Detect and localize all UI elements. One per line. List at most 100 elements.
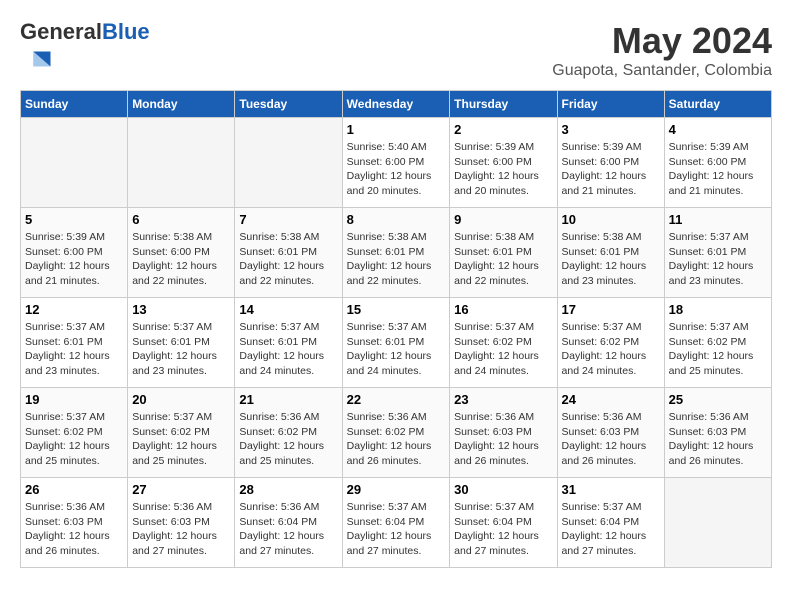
day-number: 3 [562, 122, 660, 137]
empty-cell [235, 118, 342, 208]
day-cell-28: 28 Sunrise: 5:36 AM Sunset: 6:04 PM Dayli… [235, 478, 342, 568]
day-info: Sunrise: 5:37 AM Sunset: 6:04 PM Dayligh… [454, 500, 552, 559]
day-number: 10 [562, 212, 660, 227]
day-cell-1: 1Sunrise: 5:40 AM Sunset: 6:00 PM Daylig… [342, 118, 450, 208]
day-info: Sunrise: 5:37 AM Sunset: 6:01 PM Dayligh… [347, 320, 446, 379]
day-info: Sunrise: 5:36 AM Sunset: 6:03 PM Dayligh… [132, 500, 230, 559]
day-cell-27: 27 Sunrise: 5:36 AM Sunset: 6:03 PM Dayli… [128, 478, 235, 568]
day-number: 15 [347, 302, 446, 317]
day-info: Sunrise: 5:37 AM Sunset: 6:01 PM Dayligh… [669, 230, 767, 289]
day-number: 28 [239, 482, 337, 497]
day-info: Sunrise: 5:39 AM Sunset: 6:00 PM Dayligh… [454, 140, 552, 199]
day-number: 5 [25, 212, 123, 227]
day-cell-4: 4 Sunrise: 5:39 AM Sunset: 6:00 PM Daylig… [664, 118, 771, 208]
week-row-2: 5 Sunrise: 5:39 AM Sunset: 6:00 PM Daylig… [21, 208, 772, 298]
day-header-wednesday: Wednesday [342, 91, 450, 118]
location-title: Guapota, Santander, Colombia [552, 62, 772, 80]
day-number: 4 [669, 122, 767, 137]
day-header-friday: Friday [557, 91, 664, 118]
day-info: Sunrise: 5:36 AM Sunset: 6:03 PM Dayligh… [25, 500, 123, 559]
day-info: Sunrise: 5:37 AM Sunset: 6:04 PM Dayligh… [347, 500, 446, 559]
logo: GeneralBlue [20, 20, 150, 79]
day-header-saturday: Saturday [664, 91, 771, 118]
logo-icon [22, 44, 52, 74]
empty-cell [664, 478, 771, 568]
day-info: Sunrise: 5:39 AM Sunset: 6:00 PM Dayligh… [669, 140, 767, 199]
day-number: 7 [239, 212, 337, 227]
day-number: 13 [132, 302, 230, 317]
day-cell-11: 11 Sunrise: 5:37 AM Sunset: 6:01 PM Dayli… [664, 208, 771, 298]
day-number: 20 [132, 392, 230, 407]
day-number: 11 [669, 212, 767, 227]
calendar: SundayMondayTuesdayWednesdayThursdayFrid… [20, 90, 772, 568]
day-cell-3: 3Sunrise: 5:39 AM Sunset: 6:00 PM Daylig… [557, 118, 664, 208]
day-number: 19 [25, 392, 123, 407]
empty-cell [21, 118, 128, 208]
week-row-3: 12 Sunrise: 5:37 AM Sunset: 6:01 PM Dayli… [21, 298, 772, 388]
day-cell-20: 20Sunrise: 5:37 AM Sunset: 6:02 PM Dayli… [128, 388, 235, 478]
day-cell-29: 29 Sunrise: 5:37 AM Sunset: 6:04 PM Dayli… [342, 478, 450, 568]
day-number: 24 [562, 392, 660, 407]
day-info: Sunrise: 5:38 AM Sunset: 6:01 PM Dayligh… [454, 230, 552, 289]
day-number: 17 [562, 302, 660, 317]
day-header-thursday: Thursday [450, 91, 557, 118]
day-info: Sunrise: 5:40 AM Sunset: 6:00 PM Dayligh… [347, 140, 446, 199]
logo-blue-text: Blue [102, 19, 150, 44]
day-number: 29 [347, 482, 446, 497]
day-info: Sunrise: 5:36 AM Sunset: 6:03 PM Dayligh… [454, 410, 552, 469]
day-info: Sunrise: 5:37 AM Sunset: 6:01 PM Dayligh… [239, 320, 337, 379]
day-number: 23 [454, 392, 552, 407]
day-info: Sunrise: 5:37 AM Sunset: 6:02 PM Dayligh… [454, 320, 552, 379]
day-number: 16 [454, 302, 552, 317]
day-header-monday: Monday [128, 91, 235, 118]
day-cell-8: 8 Sunrise: 5:38 AM Sunset: 6:01 PM Daylig… [342, 208, 450, 298]
week-row-4: 19 Sunrise: 5:37 AM Sunset: 6:02 PM Dayli… [21, 388, 772, 478]
month-title: May 2024 [552, 20, 772, 62]
day-info: Sunrise: 5:37 AM Sunset: 6:01 PM Dayligh… [25, 320, 123, 379]
empty-cell [128, 118, 235, 208]
day-info: Sunrise: 5:37 AM Sunset: 6:02 PM Dayligh… [25, 410, 123, 469]
day-info: Sunrise: 5:38 AM Sunset: 6:01 PM Dayligh… [347, 230, 446, 289]
day-cell-19: 19 Sunrise: 5:37 AM Sunset: 6:02 PM Dayli… [21, 388, 128, 478]
day-cell-14: 14 Sunrise: 5:37 AM Sunset: 6:01 PM Dayli… [235, 298, 342, 388]
day-cell-9: 9 Sunrise: 5:38 AM Sunset: 6:01 PM Daylig… [450, 208, 557, 298]
day-info: Sunrise: 5:36 AM Sunset: 6:04 PM Dayligh… [239, 500, 337, 559]
day-info: Sunrise: 5:39 AM Sunset: 6:00 PM Dayligh… [25, 230, 123, 289]
day-info: Sunrise: 5:36 AM Sunset: 6:02 PM Dayligh… [239, 410, 337, 469]
logo-general-text: General [20, 19, 102, 44]
day-cell-24: 24Sunrise: 5:36 AM Sunset: 6:03 PM Dayli… [557, 388, 664, 478]
day-cell-21: 21 Sunrise: 5:36 AM Sunset: 6:02 PM Dayli… [235, 388, 342, 478]
day-cell-6: 6Sunrise: 5:38 AM Sunset: 6:00 PM Daylig… [128, 208, 235, 298]
day-info: Sunrise: 5:37 AM Sunset: 6:02 PM Dayligh… [669, 320, 767, 379]
day-info: Sunrise: 5:37 AM Sunset: 6:04 PM Dayligh… [562, 500, 660, 559]
day-cell-10: 10 Sunrise: 5:38 AM Sunset: 6:01 PM Dayli… [557, 208, 664, 298]
day-cell-31: 31 Sunrise: 5:37 AM Sunset: 6:04 PM Dayli… [557, 478, 664, 568]
day-number: 2 [454, 122, 552, 137]
day-number: 25 [669, 392, 767, 407]
day-info: Sunrise: 5:38 AM Sunset: 6:01 PM Dayligh… [239, 230, 337, 289]
day-cell-18: 18Sunrise: 5:37 AM Sunset: 6:02 PM Dayli… [664, 298, 771, 388]
day-cell-17: 17Sunrise: 5:37 AM Sunset: 6:02 PM Dayli… [557, 298, 664, 388]
day-info: Sunrise: 5:36 AM Sunset: 6:03 PM Dayligh… [669, 410, 767, 469]
title-area: May 2024 Guapota, Santander, Colombia [552, 20, 772, 80]
day-cell-25: 25 Sunrise: 5:36 AM Sunset: 6:03 PM Dayli… [664, 388, 771, 478]
day-number: 8 [347, 212, 446, 227]
day-cell-2: 2 Sunrise: 5:39 AM Sunset: 6:00 PM Daylig… [450, 118, 557, 208]
day-cell-16: 16 Sunrise: 5:37 AM Sunset: 6:02 PM Dayli… [450, 298, 557, 388]
week-row-5: 26Sunrise: 5:36 AM Sunset: 6:03 PM Dayli… [21, 478, 772, 568]
calendar-header-row: SundayMondayTuesdayWednesdayThursdayFrid… [21, 91, 772, 118]
day-number: 30 [454, 482, 552, 497]
day-number: 9 [454, 212, 552, 227]
day-number: 27 [132, 482, 230, 497]
day-cell-30: 30 Sunrise: 5:37 AM Sunset: 6:04 PM Dayli… [450, 478, 557, 568]
day-number: 21 [239, 392, 337, 407]
day-info: Sunrise: 5:38 AM Sunset: 6:01 PM Dayligh… [562, 230, 660, 289]
day-header-tuesday: Tuesday [235, 91, 342, 118]
day-number: 31 [562, 482, 660, 497]
day-info: Sunrise: 5:38 AM Sunset: 6:00 PM Dayligh… [132, 230, 230, 289]
day-number: 22 [347, 392, 446, 407]
header: GeneralBlue May 2024 Guapota, Santander,… [20, 20, 772, 80]
day-number: 12 [25, 302, 123, 317]
day-number: 14 [239, 302, 337, 317]
day-cell-5: 5 Sunrise: 5:39 AM Sunset: 6:00 PM Daylig… [21, 208, 128, 298]
